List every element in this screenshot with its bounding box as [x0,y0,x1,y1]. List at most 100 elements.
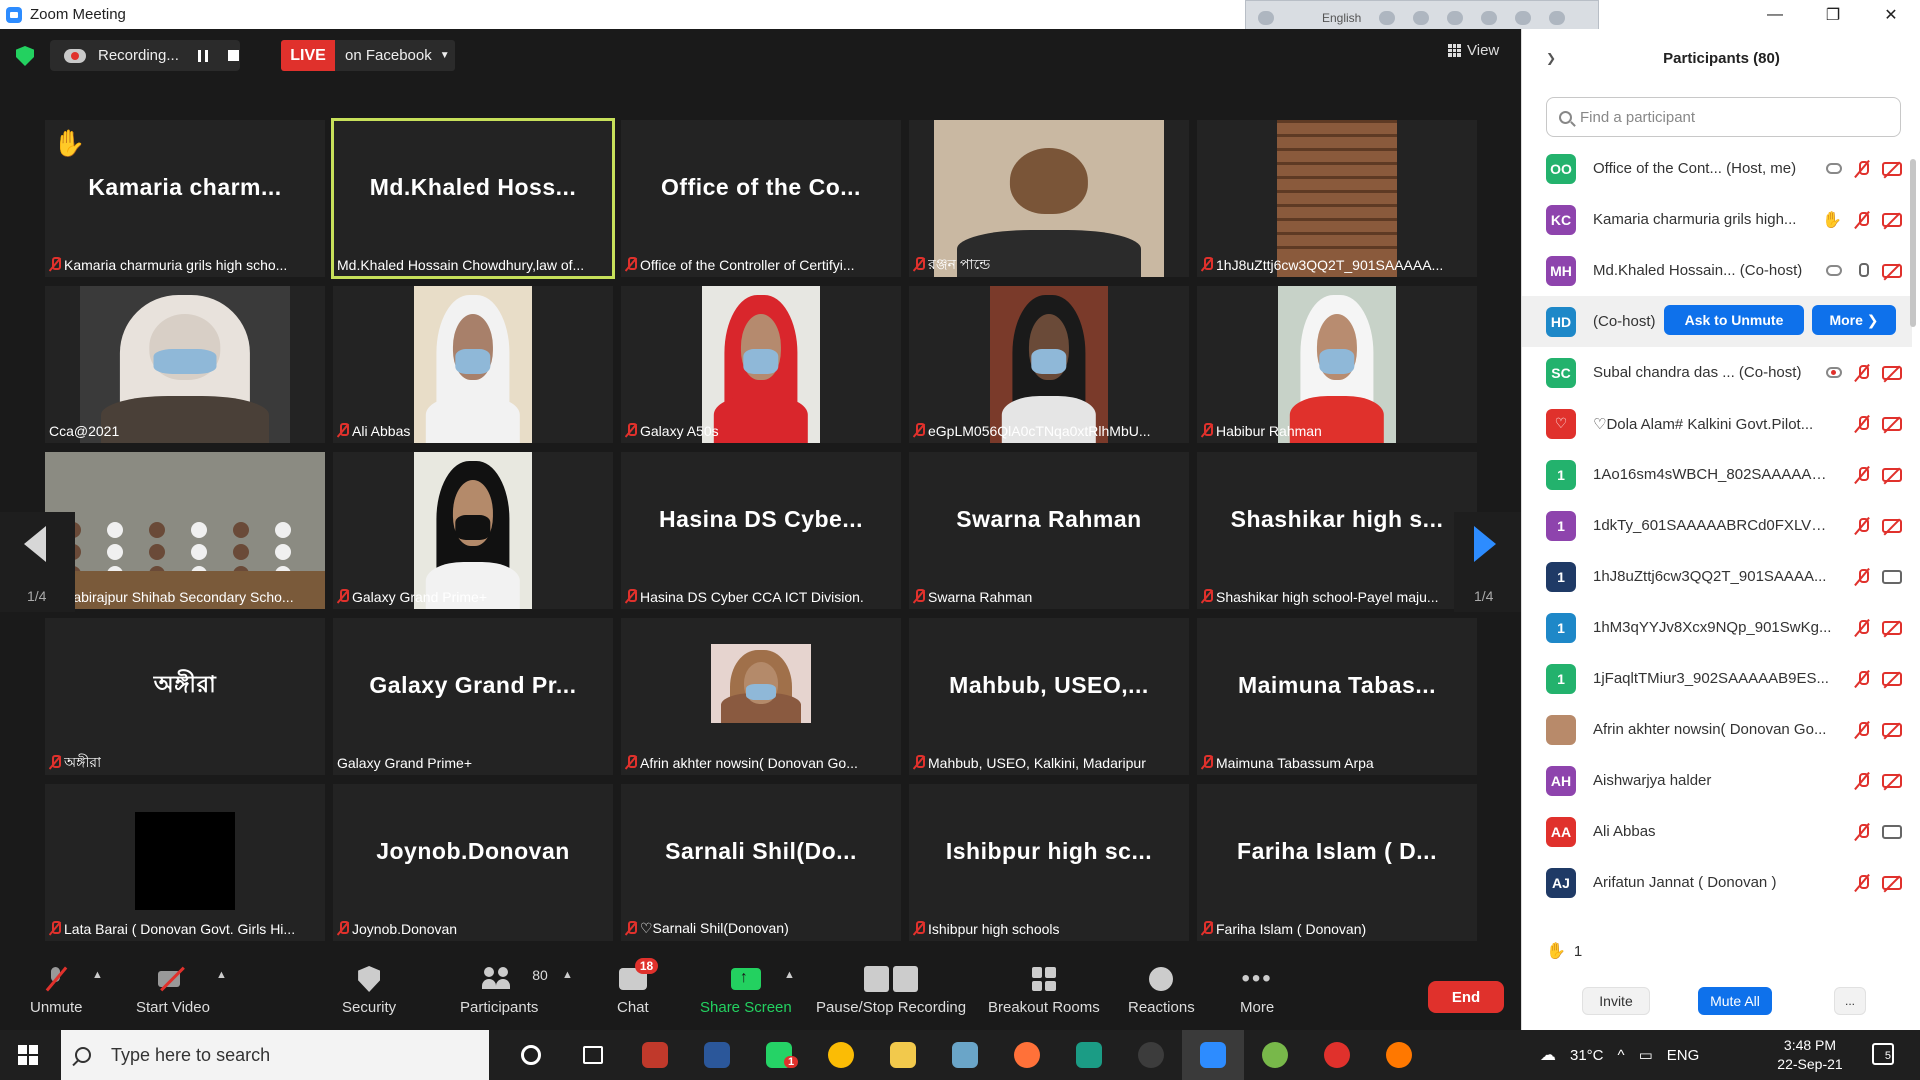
share-screen-button[interactable]: Share Screen [700,963,792,1016]
participant-row[interactable]: 1 1hM3qYYJv8Xcx9NQp_901SwKg... [1522,602,1912,653]
participant-row[interactable]: OO Office of the Cont... (Host, me) [1522,143,1912,194]
participant-more-button[interactable]: More ❯ [1812,305,1896,335]
video-tile[interactable]: রঞ্জন পান্ডে [909,120,1189,277]
video-tile[interactable]: Mahbub, USEO,... Mahbub, USEO, Kalkini, M… [909,618,1189,775]
video-tile[interactable]: Habibur Rahman [1197,286,1477,443]
zoom-taskbar-icon[interactable] [1182,1030,1244,1080]
close-button[interactable]: ✕ [1862,0,1920,29]
video-tile[interactable]: Maimuna Tabas... Maimuna Tabassum Arpa [1197,618,1477,775]
participant-row[interactable]: 1 1jFaqltTMiur3_902SAAAAAB9ES... [1522,653,1912,704]
chrome-taskbar-icon[interactable] [810,1030,872,1080]
video-tile[interactable]: Ali Abbas [333,286,613,443]
participant-row[interactable]: 1 1hJ8uZttj6cw3QQ2T_901SAAAA... [1522,551,1912,602]
previous-page-button[interactable]: 1/4 [0,512,75,612]
video-tile[interactable]: Lata Barai ( Donovan Govt. Girls Hi... [45,784,325,941]
participant-row[interactable]: Afrin akhter nowsin( Donovan Go... [1522,704,1912,755]
obs-taskbar-icon[interactable] [1120,1030,1182,1080]
notes-taskbar-icon[interactable] [934,1030,996,1080]
weather-cloud-icon[interactable]: ☁ [1540,1045,1556,1065]
more-button[interactable]: ••• More [1240,963,1274,1017]
pen-icon[interactable] [1379,11,1396,25]
participant-row[interactable]: HD (Co-host) Ask to Unmute More ❯ [1522,296,1912,347]
opera-taskbar-icon[interactable] [1306,1030,1368,1080]
video-tile[interactable]: Kamaria charm... ✋ Kamaria charmuria grils… [45,120,325,277]
video-tile[interactable]: 1hJ8uZttj6cw3QQ2T_901SAAAAA... [1197,120,1477,277]
language-indicator[interactable]: ENG [1667,1047,1700,1064]
cortana-taskbar-icon[interactable] [500,1030,562,1080]
video-tile[interactable]: Galaxy A50s [621,286,901,443]
task-view-taskbar-icon[interactable] [562,1030,624,1080]
video-tile[interactable]: অঙ্গীরা অঙ্গীরা [45,618,325,775]
start-video-button[interactable]: Start Video [136,963,210,1016]
chat-button[interactable]: 18 Chat [617,958,659,1016]
help-icon[interactable] [1515,11,1532,25]
participant-row[interactable]: MH Md.Khaled Hossain... (Co-host) [1522,245,1912,296]
unmute-button[interactable]: Unmute [30,963,83,1016]
avast-taskbar-icon[interactable] [1368,1030,1430,1080]
video-tile[interactable]: Shashikar high s... Shashikar high school… [1197,452,1477,609]
video-tile[interactable]: Hasina DS Cybe... Hasina DS Cyber CCA ICT… [621,452,901,609]
video-tile[interactable]: Md.Khaled Hoss... Md.Khaled Hossain Chowd… [331,118,615,279]
reactions-button[interactable]: Reactions [1128,963,1195,1016]
network-icon[interactable]: ▭ [1639,1046,1653,1064]
encryption-shield-icon[interactable] [16,46,34,66]
utorrent-taskbar-icon[interactable] [1244,1030,1306,1080]
pause-recording-icon[interactable] [198,49,208,62]
audio-options-chevron-icon[interactable]: ▲ [92,969,103,981]
restore-button[interactable]: ❐ [1804,0,1862,29]
share-options-chevron-icon[interactable]: ▲ [784,969,795,981]
tool-icon[interactable] [1413,11,1430,25]
windows-start-icon[interactable] [18,1045,38,1065]
minimize-button[interactable]: — [1746,0,1804,29]
language-label[interactable]: English [1322,11,1361,25]
end-meeting-button[interactable]: End [1428,981,1504,1013]
participants-chevron-icon[interactable]: ▲ [562,969,573,981]
tray-chevron-icon[interactable]: ^ [1618,1047,1625,1064]
video-tile[interactable]: Ishibpur high sc... Ishibpur high schools [909,784,1189,941]
video-tile[interactable]: Fariha Islam ( D... Fariha Islam ( Donova… [1197,784,1477,941]
explorer-taskbar-icon[interactable] [872,1030,934,1080]
participant-row[interactable]: SC Subal chandra das ... (Co-host) [1522,347,1912,398]
temperature[interactable]: 31°C [1570,1047,1604,1064]
participant-row[interactable]: AH Aishwarjya halder [1522,755,1912,806]
video-tile[interactable]: eGpLM056QlA0cTNqa0xtRlhMbU... [909,286,1189,443]
edit-icon[interactable] [1481,11,1498,25]
participant-search-input[interactable]: Find a participant [1546,97,1901,137]
video-tile[interactable]: Kabirajpur Shihab Secondary Scho... [45,452,325,609]
stop-recording-icon[interactable] [228,50,239,61]
security-button[interactable]: Security [342,963,396,1016]
video-tile[interactable]: Swarna Rahman Swarna Rahman [909,452,1189,609]
mute-all-button[interactable]: Mute All [1698,987,1772,1015]
video-options-chevron-icon[interactable]: ▲ [216,969,227,981]
participant-row[interactable]: ♡ ♡Dola Alam# Kalkini Govt.Pilot... [1522,398,1912,449]
next-page-button[interactable]: 1/4 [1454,512,1521,612]
whatsapp-taskbar-icon[interactable]: 1 [748,1030,810,1080]
pause-stop-recording-button[interactable]: Pause/Stop Recording [816,963,966,1016]
view-button[interactable]: View [1448,42,1499,59]
video-tile[interactable]: Sarnali Shil(Do... ♡Sarnali Shil(Donovan) [621,784,901,941]
gear-icon[interactable] [1447,11,1464,25]
invite-button[interactable]: Invite [1582,987,1650,1015]
clock[interactable]: 3:48 PM 22-Sep-21 [1770,1036,1850,1074]
video-tile[interactable]: Office of the Co... Office of the Control… [621,120,901,277]
video-tile[interactable]: Joynob.Donovan Joynob.Donovan [333,784,613,941]
participant-row[interactable]: 1 1Ao16sm4sWBCH_802SAAAAAB... [1522,449,1912,500]
notification-center-icon[interactable]: 5 [1872,1043,1894,1065]
participant-row[interactable]: 1 1dkTy_601SAAAAABRCd0FXLVVt... [1522,500,1912,551]
word-taskbar-icon[interactable] [686,1030,748,1080]
participants-button[interactable]: 80 Participants [460,963,548,1016]
photos-taskbar-icon[interactable] [624,1030,686,1080]
breakout-rooms-button[interactable]: Breakout Rooms [988,963,1100,1016]
taskbar-search-input[interactable]: Type here to search [61,1030,489,1080]
info-icon[interactable] [1549,11,1566,25]
video-tile[interactable]: Galaxy Grand Pr... Galaxy Grand Prime+ [333,618,613,775]
video-tile[interactable]: Cca@2021 [45,286,325,443]
participant-row[interactable]: KC Kamaria charmuria grils high... ✋ [1522,194,1912,245]
video-tile[interactable]: Afrin akhter nowsin( Donovan Go... [621,618,901,775]
participant-row[interactable]: AJ Arifatun Jannat ( Donovan ) [1522,857,1912,908]
app-blue-taskbar-icon[interactable] [1058,1030,1120,1080]
ask-to-unmute-button[interactable]: Ask to Unmute [1664,305,1804,335]
ime-icon[interactable] [1258,11,1274,25]
live-destination-dropdown[interactable]: on Facebook ▼ [335,40,455,71]
firefox-taskbar-icon[interactable] [996,1030,1058,1080]
